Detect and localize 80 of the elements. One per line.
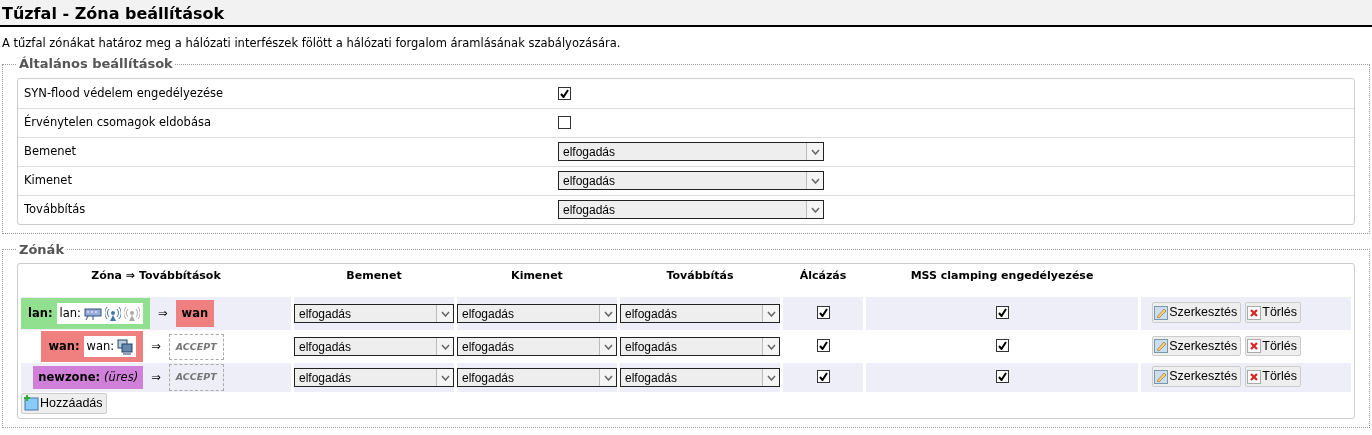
dropdown-select[interactable]: elfogadás bbox=[558, 142, 824, 162]
delete-button[interactable]: Törlés bbox=[1245, 302, 1301, 323]
delete-icon bbox=[1247, 338, 1262, 353]
caret-icon bbox=[766, 310, 776, 317]
page-title: Tűzfal - Zóna beállítások bbox=[0, 0, 1372, 28]
check-icon bbox=[997, 341, 1007, 351]
checkbox[interactable] bbox=[816, 305, 830, 319]
setting-label: SYN-flood védelem engedélyezése bbox=[24, 84, 225, 102]
interface-label: lan: bbox=[59, 304, 81, 322]
delete-icon bbox=[1247, 369, 1262, 384]
dropdown-select[interactable]: elfogadás bbox=[457, 337, 617, 357]
caret-icon bbox=[603, 374, 613, 381]
arrow-symbol: ⇒ bbox=[157, 304, 168, 322]
zone-name: wan: bbox=[48, 338, 80, 356]
pencil-icon bbox=[1154, 338, 1169, 353]
check-icon bbox=[560, 88, 569, 98]
caret-icon bbox=[766, 374, 776, 381]
dropdown-select[interactable]: elfogadás bbox=[294, 368, 454, 388]
check-icon bbox=[997, 371, 1007, 381]
caret-icon bbox=[810, 148, 820, 155]
pencil-icon bbox=[1154, 369, 1169, 384]
caret-icon bbox=[603, 343, 613, 350]
checkbox[interactable] bbox=[558, 116, 571, 130]
edit-button[interactable]: Szerkesztés bbox=[1152, 335, 1242, 357]
check-icon bbox=[818, 307, 828, 317]
description-text: A tűzfal zónákat határoz meg a hálózati interfészek fölött a hálózati forgalom áramlásának szabályozására. bbox=[2, 35, 622, 53]
check-icon bbox=[818, 371, 828, 381]
forward-zone-tag: wan bbox=[175, 299, 215, 328]
caret-icon bbox=[810, 177, 820, 184]
caret-icon bbox=[440, 374, 450, 381]
delete-icon bbox=[1247, 305, 1262, 320]
setting-label: Bemenet bbox=[24, 143, 78, 161]
column-header: Zóna ⇒ Továbbítások bbox=[90, 268, 222, 285]
section-legend: Zónák bbox=[17, 239, 67, 260]
arrow-symbol: ⇒ bbox=[151, 368, 161, 386]
dropdown-select[interactable]: elfogadás bbox=[620, 368, 780, 388]
checkbox[interactable] bbox=[995, 369, 1009, 383]
checkbox[interactable] bbox=[995, 339, 1009, 353]
column-header: MSS clamping engedélyezése bbox=[909, 268, 1095, 285]
empty-label: (üres) bbox=[104, 368, 139, 386]
edit-button[interactable]: Szerkesztés bbox=[1152, 366, 1242, 387]
accept-target: ACCEPT bbox=[168, 333, 224, 360]
section-legend: Általános beállítások bbox=[17, 54, 175, 74]
column-header: Bemenet bbox=[345, 268, 403, 285]
arrow-symbol: ⇒ bbox=[151, 338, 161, 356]
column-header: Továbbítás bbox=[665, 268, 735, 285]
delete-button[interactable]: Törlés bbox=[1245, 335, 1301, 357]
check-icon bbox=[997, 307, 1007, 317]
dropdown-select[interactable]: elfogadás bbox=[620, 337, 780, 357]
add-icon bbox=[23, 395, 39, 412]
check-icon bbox=[818, 341, 828, 351]
checkbox[interactable] bbox=[816, 339, 830, 353]
dropdown-select[interactable]: elfogadás bbox=[294, 337, 454, 357]
caret-icon bbox=[766, 343, 776, 350]
pencil-icon bbox=[1154, 305, 1169, 320]
interface-label: wan: bbox=[86, 338, 115, 356]
dropdown-select[interactable]: elfogadás bbox=[558, 171, 824, 191]
caret-icon bbox=[440, 310, 450, 317]
caret-icon bbox=[440, 343, 450, 350]
dropdown-select[interactable]: elfogadás bbox=[457, 368, 617, 388]
checkbox[interactable] bbox=[816, 369, 830, 383]
setting-label: Érvénytelen csomagok eldobása bbox=[24, 114, 212, 132]
column-header: Kimenet bbox=[510, 268, 564, 285]
dropdown-select[interactable]: elfogadás bbox=[457, 304, 617, 324]
zone-name: lan: bbox=[28, 304, 53, 322]
zone-name: newzone: bbox=[38, 368, 101, 386]
delete-button[interactable]: Törlés bbox=[1245, 366, 1301, 387]
column-header: Álcázás bbox=[798, 268, 848, 285]
caret-icon bbox=[810, 206, 820, 213]
dropdown-select[interactable]: elfogadás bbox=[294, 304, 454, 324]
dropdown-select[interactable]: elfogadás bbox=[558, 200, 824, 220]
dropdown-select[interactable]: elfogadás bbox=[620, 304, 780, 324]
checkbox[interactable] bbox=[558, 86, 571, 100]
setting-label: Kimenet bbox=[24, 172, 73, 190]
add-button[interactable]: Hozzáadás bbox=[21, 392, 107, 414]
setting-label: Továbbítás bbox=[24, 201, 87, 219]
caret-icon bbox=[603, 310, 613, 317]
edit-button[interactable]: Szerkesztés bbox=[1152, 302, 1242, 323]
accept-target: ACCEPT bbox=[168, 364, 224, 391]
checkbox[interactable] bbox=[995, 305, 1009, 319]
